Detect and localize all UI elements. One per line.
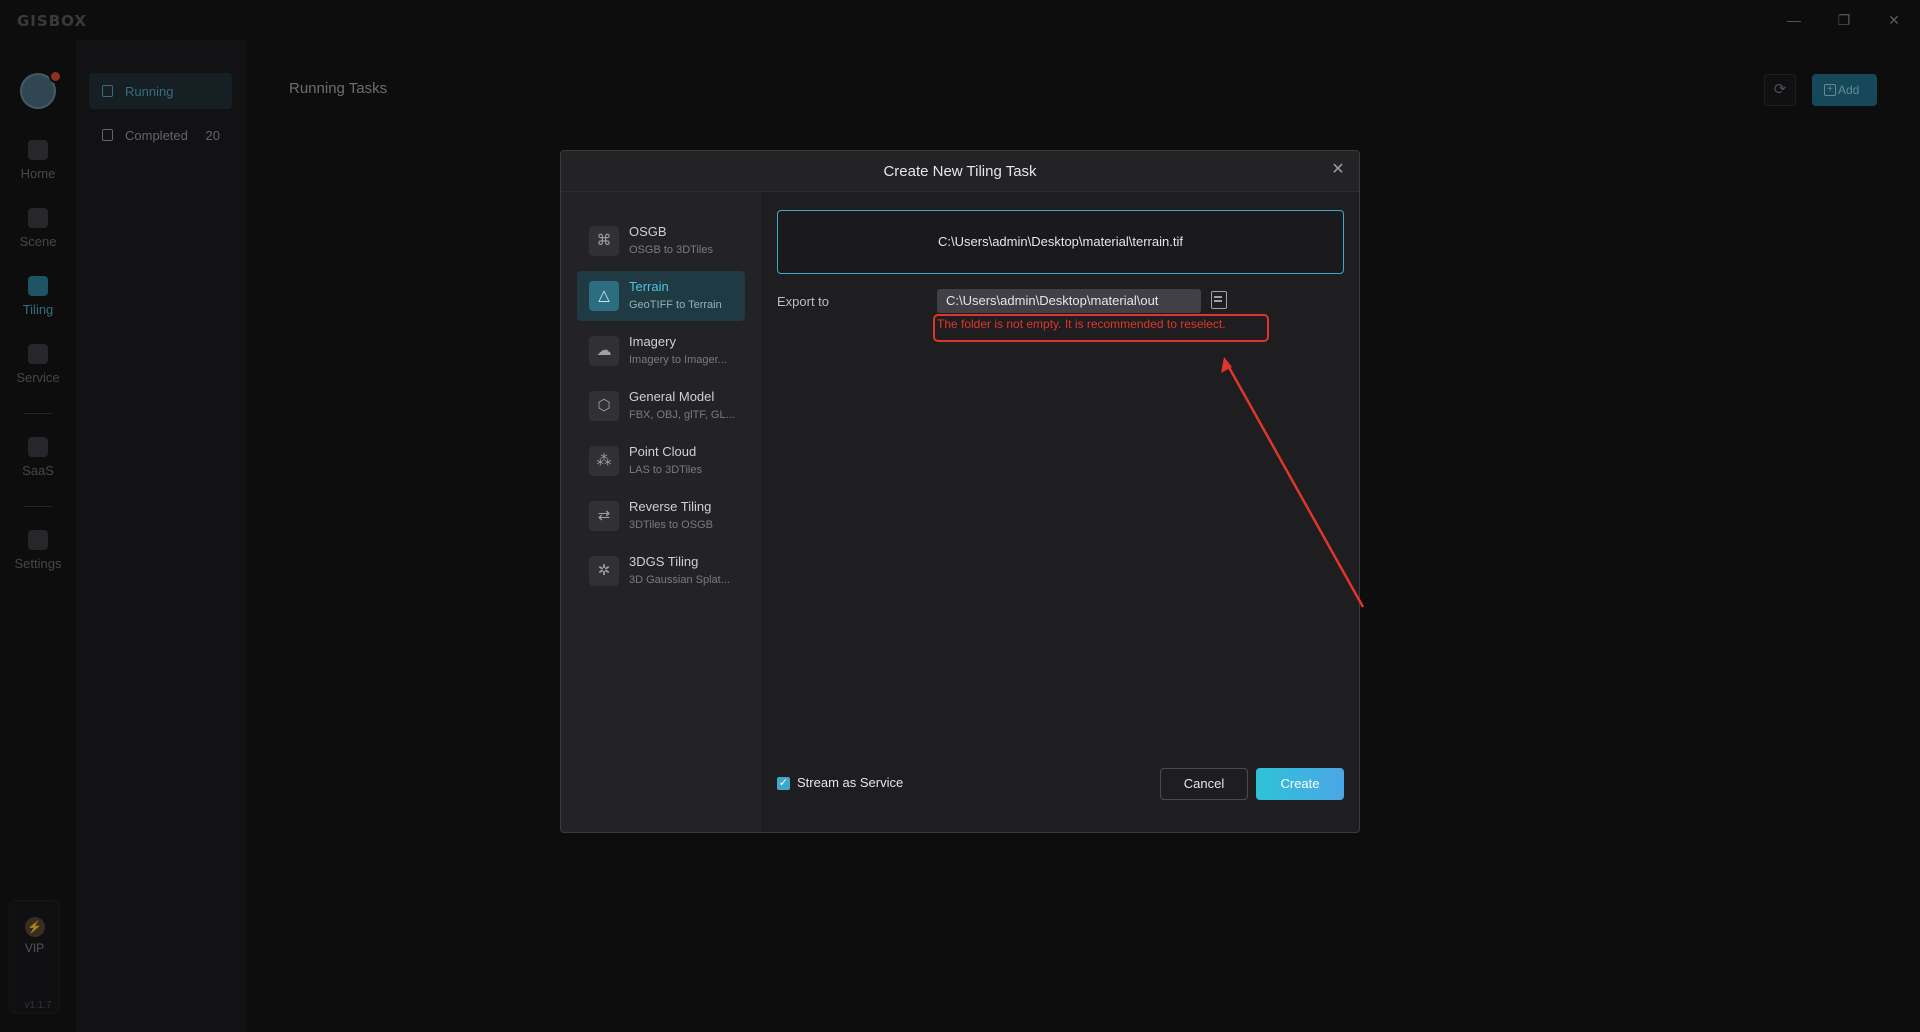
gaussian-splat-icon: ✲ (589, 556, 619, 586)
type-name: 3DGS Tiling (629, 554, 699, 569)
dialog-header: Create New Tiling Task ✕ (561, 151, 1359, 192)
model-cube-icon: ⬡ (589, 391, 619, 421)
type-item-imagery[interactable]: ☁ Imagery Imagery to Imager... (577, 326, 745, 376)
create-task-dialog: Create New Tiling Task ✕ ⌘ OSGB OSGB to … (560, 150, 1360, 833)
cancel-button[interactable]: Cancel (1160, 768, 1248, 800)
type-name: Terrain (629, 279, 669, 294)
type-desc: OSGB to 3DTiles (629, 244, 713, 256)
close-icon[interactable]: ✕ (1329, 161, 1347, 179)
type-item-terrain[interactable]: △ Terrain GeoTIFF to Terrain (577, 271, 745, 321)
type-desc: FBX, OBJ, glTF, GL... (629, 409, 735, 421)
imagery-icon: ☁ (589, 336, 619, 366)
type-item-osgb[interactable]: ⌘ OSGB OSGB to 3DTiles (577, 216, 745, 266)
type-desc: LAS to 3DTiles (629, 464, 702, 476)
type-name: Point Cloud (629, 444, 697, 459)
type-desc: GeoTIFF to Terrain (629, 299, 722, 311)
source-file-dropzone[interactable]: C:\Users\admin\Desktop\material\terrain.… (777, 210, 1344, 274)
browse-folder-icon[interactable] (1211, 291, 1227, 309)
point-cloud-icon: ⁂ (589, 446, 619, 476)
type-item-point-cloud[interactable]: ⁂ Point Cloud LAS to 3DTiles (577, 436, 745, 486)
type-desc: Imagery to Imager... (629, 354, 727, 366)
type-name: Imagery (629, 334, 676, 349)
type-name: OSGB (629, 224, 667, 239)
export-label: Export to (777, 294, 830, 309)
dialog-title: Create New Tiling Task (883, 163, 1037, 180)
reverse-tiling-icon: ⇄ (589, 501, 619, 531)
stream-as-service-checkbox[interactable]: ✓ (777, 777, 790, 790)
create-button[interactable]: Create (1256, 768, 1344, 800)
type-item-general-model[interactable]: ⬡ General Model FBX, OBJ, glTF, GL... (577, 381, 745, 431)
osgb-icon: ⌘ (589, 226, 619, 256)
type-name: Reverse Tiling (629, 499, 712, 514)
type-item-reverse-tiling[interactable]: ⇄ Reverse Tiling 3DTiles to OSGB (577, 491, 745, 541)
type-name: General Model (629, 389, 715, 404)
annotation-highlight-box (933, 314, 1269, 342)
task-type-list: ⌘ OSGB OSGB to 3DTiles △ Terrain GeoTIFF… (561, 192, 761, 832)
type-item-3dgs-tiling[interactable]: ✲ 3DGS Tiling 3D Gaussian Splat... (577, 546, 745, 596)
export-path-field[interactable]: C:\Users\admin\Desktop\material\out (937, 289, 1201, 313)
type-desc: 3DTiles to OSGB (629, 519, 713, 531)
type-desc: 3D Gaussian Splat... (629, 574, 730, 586)
terrain-icon: △ (589, 281, 619, 311)
stream-as-service-label: Stream as Service (797, 775, 904, 790)
